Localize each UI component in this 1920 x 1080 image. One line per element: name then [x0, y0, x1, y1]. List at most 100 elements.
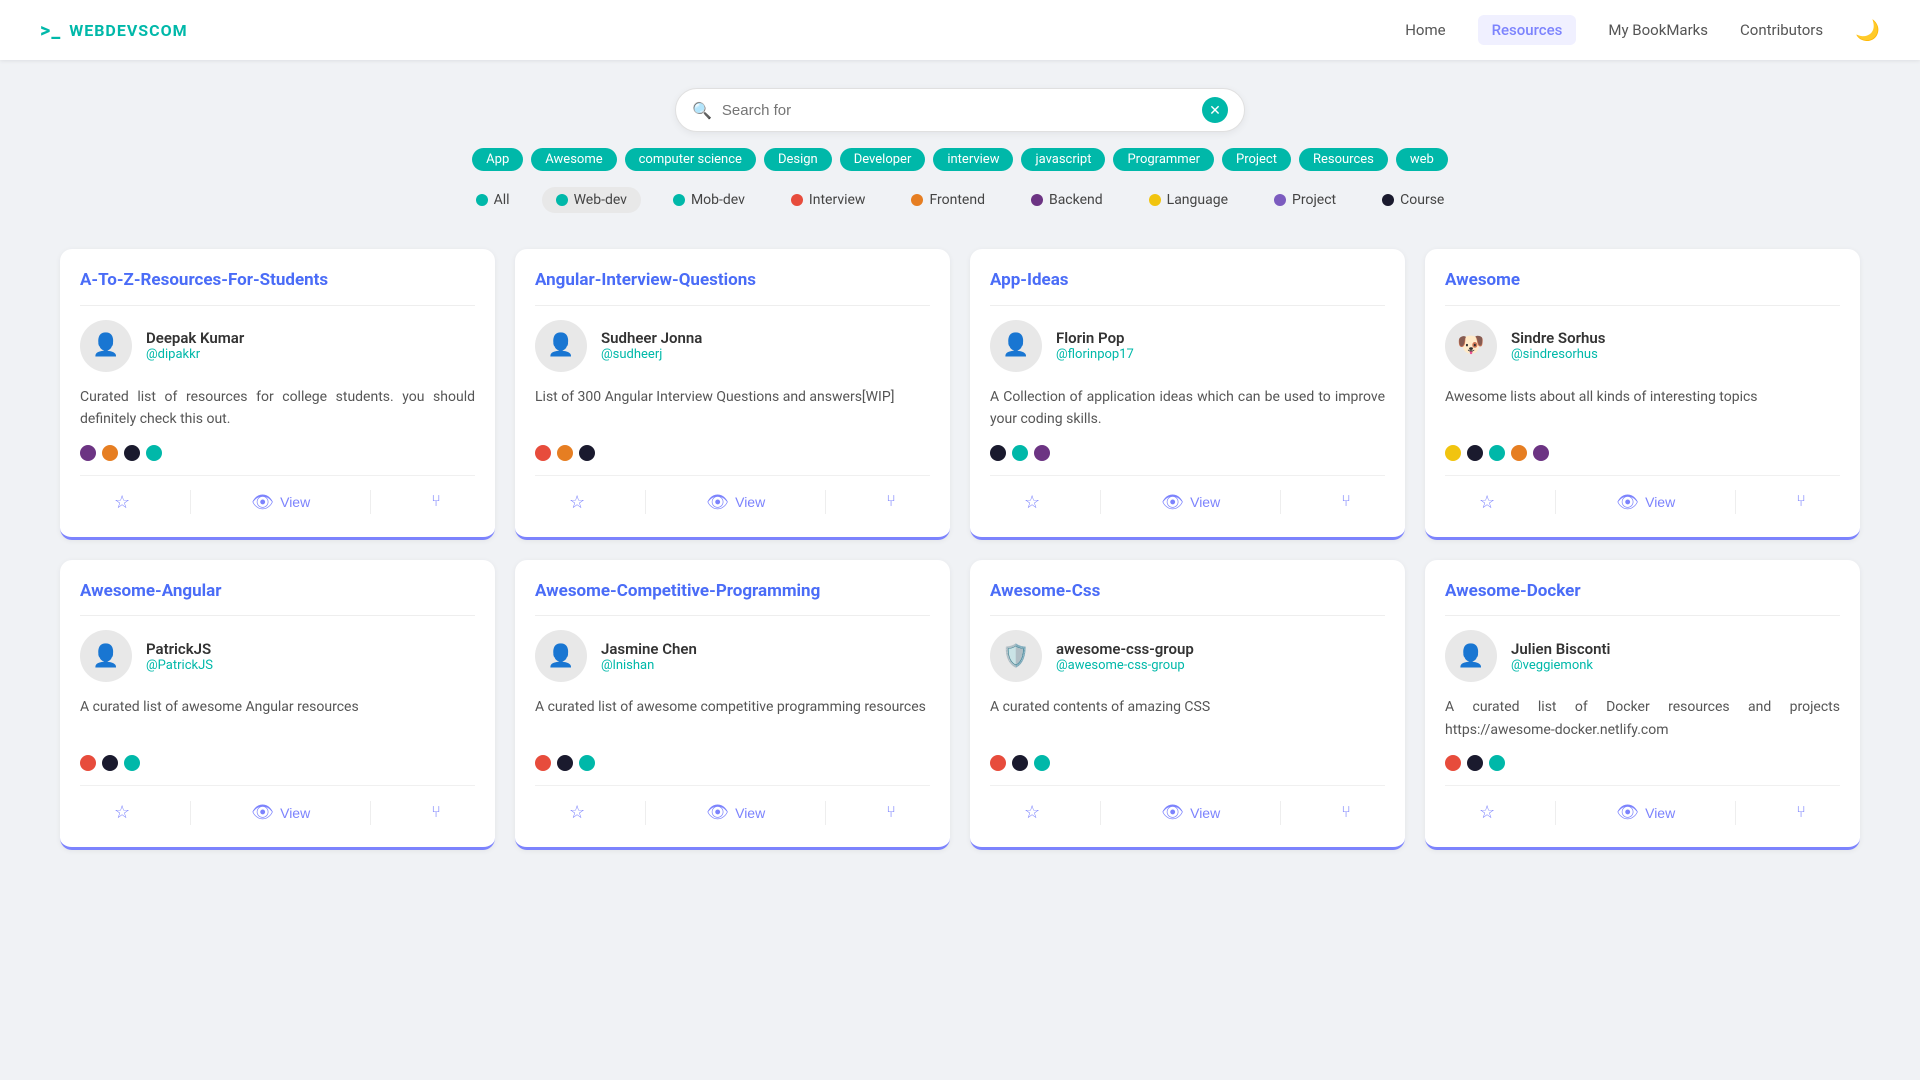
avatar: 👤: [80, 630, 132, 682]
view-button[interactable]: 👁View: [243, 798, 318, 827]
eye-icon: 👁: [1161, 492, 1184, 513]
card-dots: [535, 445, 930, 461]
color-dot: [1467, 445, 1483, 461]
author-name: Deepak Kumar: [146, 329, 244, 347]
filter-web-dev[interactable]: Web-dev: [542, 187, 641, 213]
tag-project[interactable]: Project: [1222, 148, 1291, 171]
color-dot: [579, 445, 595, 461]
view-button[interactable]: 👁View: [1153, 798, 1228, 827]
search-clear-button[interactable]: ✕: [1202, 97, 1228, 123]
divider: [825, 801, 826, 825]
fork-button[interactable]: ⑂: [878, 800, 904, 826]
star-button[interactable]: ☆: [561, 488, 593, 517]
fork-button[interactable]: ⑂: [423, 489, 449, 515]
card-title[interactable]: Awesome-Angular: [80, 580, 475, 617]
fork-button[interactable]: ⑂: [1333, 489, 1359, 515]
card-title[interactable]: Angular-Interview-Questions: [535, 269, 930, 306]
filter-language[interactable]: Language: [1135, 187, 1242, 213]
author-handle[interactable]: @awesome-css-group: [1056, 658, 1194, 673]
star-button[interactable]: ☆: [561, 798, 593, 827]
card-title[interactable]: Awesome: [1445, 269, 1840, 306]
moon-icon[interactable]: 🌙: [1855, 18, 1880, 42]
card-author: 🐶Sindre Sorhus@sindresorhus: [1445, 320, 1840, 372]
filter-course[interactable]: Course: [1368, 187, 1458, 213]
tag-resources[interactable]: Resources: [1299, 148, 1388, 171]
view-button[interactable]: 👁View: [243, 488, 318, 517]
divider: [1100, 490, 1101, 514]
author-handle[interactable]: @florinpop17: [1056, 347, 1134, 362]
card-title[interactable]: Awesome-Competitive-Programming: [535, 580, 930, 617]
author-handle[interactable]: @PatrickJS: [146, 658, 213, 673]
view-button[interactable]: 👁View: [1608, 488, 1683, 517]
tag-developer[interactable]: Developer: [840, 148, 926, 171]
filter-label: All: [494, 192, 510, 208]
author-handle[interactable]: @sindresorhus: [1511, 347, 1605, 362]
author-handle[interactable]: @veggiemonk: [1511, 658, 1610, 673]
fork-button[interactable]: ⑂: [1788, 489, 1814, 515]
tag-interview[interactable]: interview: [933, 148, 1013, 171]
eye-icon: 👁: [706, 492, 729, 513]
view-label: View: [735, 805, 765, 821]
color-dot: [1445, 445, 1461, 461]
star-button[interactable]: ☆: [106, 488, 138, 517]
avatar: 👤: [80, 320, 132, 372]
tag-programmer[interactable]: Programmer: [1113, 148, 1214, 171]
filter-dot: [1031, 194, 1043, 206]
view-label: View: [1645, 494, 1675, 510]
filter-backend[interactable]: Backend: [1017, 187, 1117, 213]
filter-all[interactable]: All: [462, 187, 524, 213]
card-actions: ☆ 👁View ⑂: [1445, 475, 1840, 517]
author-handle[interactable]: @dipakkr: [146, 347, 244, 362]
star-button[interactable]: ☆: [1016, 798, 1048, 827]
view-button[interactable]: 👁View: [698, 488, 773, 517]
card-dots: [990, 755, 1385, 771]
filter-project[interactable]: Project: [1260, 187, 1350, 213]
author-info: Deepak Kumar@dipakkr: [146, 329, 244, 362]
card-title[interactable]: Awesome-Docker: [1445, 580, 1840, 617]
tag-design[interactable]: Design: [764, 148, 832, 171]
view-button[interactable]: 👁View: [1608, 798, 1683, 827]
filter-label: Project: [1292, 192, 1336, 208]
filter-interview[interactable]: Interview: [777, 187, 880, 213]
fork-button[interactable]: ⑂: [878, 489, 904, 515]
card-dots: [80, 445, 475, 461]
nav-bookmarks[interactable]: My BookMarks: [1608, 21, 1708, 39]
tag-awesome[interactable]: Awesome: [531, 148, 616, 171]
author-handle[interactable]: @lnishan: [601, 658, 697, 673]
author-name: Florin Pop: [1056, 329, 1134, 347]
divider: [645, 801, 646, 825]
star-button[interactable]: ☆: [1471, 798, 1503, 827]
tag-computer-science[interactable]: computer science: [625, 148, 756, 171]
card-actions: ☆ 👁View ⑂: [535, 475, 930, 517]
fork-button[interactable]: ⑂: [1333, 800, 1359, 826]
view-button[interactable]: 👁 View: [698, 798, 773, 827]
card-title[interactable]: Awesome-Css: [990, 580, 1385, 617]
fork-button[interactable]: ⑂: [1788, 800, 1814, 826]
star-button[interactable]: ☆: [1016, 488, 1048, 517]
card-title[interactable]: App-Ideas: [990, 269, 1385, 306]
card-0: A-To-Z-Resources-For-Students 👤 Deepak Kum…: [60, 249, 495, 540]
author-name: Sindre Sorhus: [1511, 329, 1605, 347]
search-input[interactable]: [722, 102, 1192, 119]
fork-icon: ⑂: [886, 493, 896, 511]
star-button[interactable]: ☆: [106, 798, 138, 827]
filter-mob-dev[interactable]: Mob-dev: [659, 187, 759, 213]
tag-web[interactable]: web: [1396, 148, 1448, 171]
star-button[interactable]: ☆: [1471, 488, 1503, 517]
tag-javascript[interactable]: javascript: [1021, 148, 1105, 171]
color-dot: [102, 445, 118, 461]
author-handle[interactable]: @sudheerj: [601, 347, 702, 362]
tag-app[interactable]: App: [472, 148, 523, 171]
view-button[interactable]: 👁View: [1153, 488, 1228, 517]
filter-frontend[interactable]: Frontend: [897, 187, 999, 213]
fork-button[interactable]: ⑂: [423, 800, 449, 826]
nav-contributors[interactable]: Contributors: [1740, 21, 1823, 39]
nav-home[interactable]: Home: [1405, 21, 1445, 39]
card-title[interactable]: A-To-Z-Resources-For-Students: [80, 269, 475, 306]
eye-icon: 👁: [1161, 802, 1184, 823]
eye-icon: 👁: [706, 802, 729, 823]
card-3: Awesome🐶Sindre Sorhus@sindresorhusAwesom…: [1425, 249, 1860, 540]
logo[interactable]: >_ WEBDEVSCOM: [40, 18, 188, 42]
color-dot: [102, 755, 118, 771]
nav-resources[interactable]: Resources: [1478, 15, 1577, 45]
